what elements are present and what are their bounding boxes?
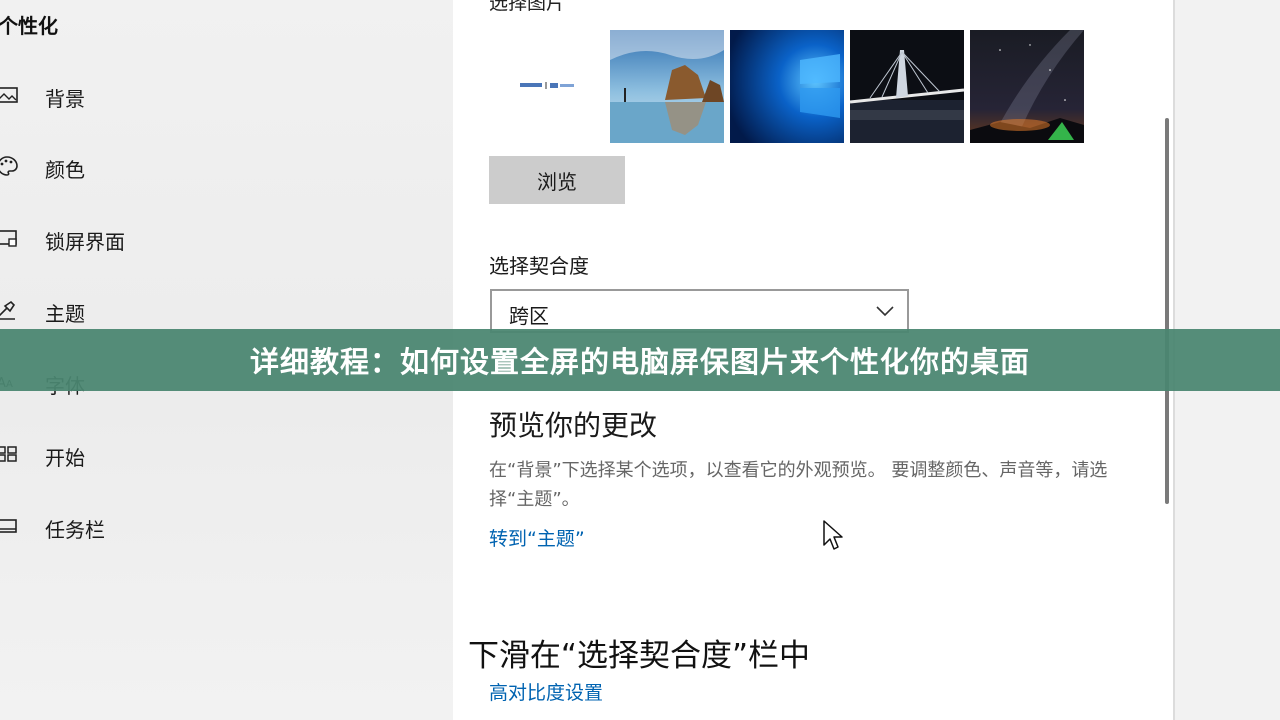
sidebar-item-label: 主题 [45,302,85,326]
sidebar-item-label: 锁屏界面 [45,230,125,254]
sidebar-item-start[interactable]: 开始 [0,434,440,474]
sidebar-item-label: 背景 [45,87,85,111]
sidebar-item-label: 颜色 [45,158,85,182]
sidebar-item-colors[interactable]: 颜色 [0,146,440,186]
fit-dropdown[interactable]: 跨区 [490,289,909,333]
lock-screen-icon [0,226,20,250]
subtitle-text: 下滑在“选择契合度”栏中 [467,638,811,674]
fit-dropdown-value: 跨区 [509,304,549,328]
fit-label: 选择契合度 [489,254,589,278]
sidebar-item-lock-screen[interactable]: 锁屏界面 [0,218,440,258]
thumbnail-bridge-night[interactable] [850,30,964,143]
brush-icon [0,298,20,322]
mouse-cursor-icon [823,520,843,550]
go-to-themes-link[interactable]: 转到“主题” [489,524,585,551]
start-grid-icon [0,442,20,466]
choose-picture-heading: 选择图片 [489,0,566,14]
thumbnail-logo[interactable] [490,30,604,143]
picture-icon [0,83,20,107]
sidebar-item-background[interactable]: 背景 [0,75,440,115]
thumbnail-milky-way[interactable] [970,30,1084,143]
chevron-down-icon [875,303,895,317]
sidebar-item-taskbar[interactable]: 任务栏 [0,506,440,546]
sidebar-title: 个性化 [0,14,58,38]
thumbnail-windows-blue[interactable] [730,30,844,143]
high-contrast-link[interactable]: 高对比度设置 [489,678,603,705]
thumbnail-beach-rocks[interactable] [610,30,724,143]
sidebar-item-label: 任务栏 [45,518,105,542]
preview-heading: 预览你的更改 [489,409,658,442]
title-banner: 详细教程：如何设置全屏的电脑屏保图片来个性化你的桌面 [0,329,1280,391]
palette-icon [0,154,20,178]
sidebar-item-themes[interactable]: 主题 [0,290,440,330]
video-subtitle: 下滑在“选择契合度”栏中 [0,630,1279,675]
taskbar-icon [0,514,20,538]
preview-description: 在“背景”下选择某个选项，以查看它的外观预览。 要调整颜色、声音等，请选择“主题… [489,460,1108,510]
sidebar-item-label: 开始 [45,446,85,470]
browse-button[interactable]: 浏览 [489,156,625,204]
banner-text: 详细教程：如何设置全屏的电脑屏保图片来个性化你的桌面 [249,345,1030,379]
scrollbar[interactable] [1165,118,1169,504]
